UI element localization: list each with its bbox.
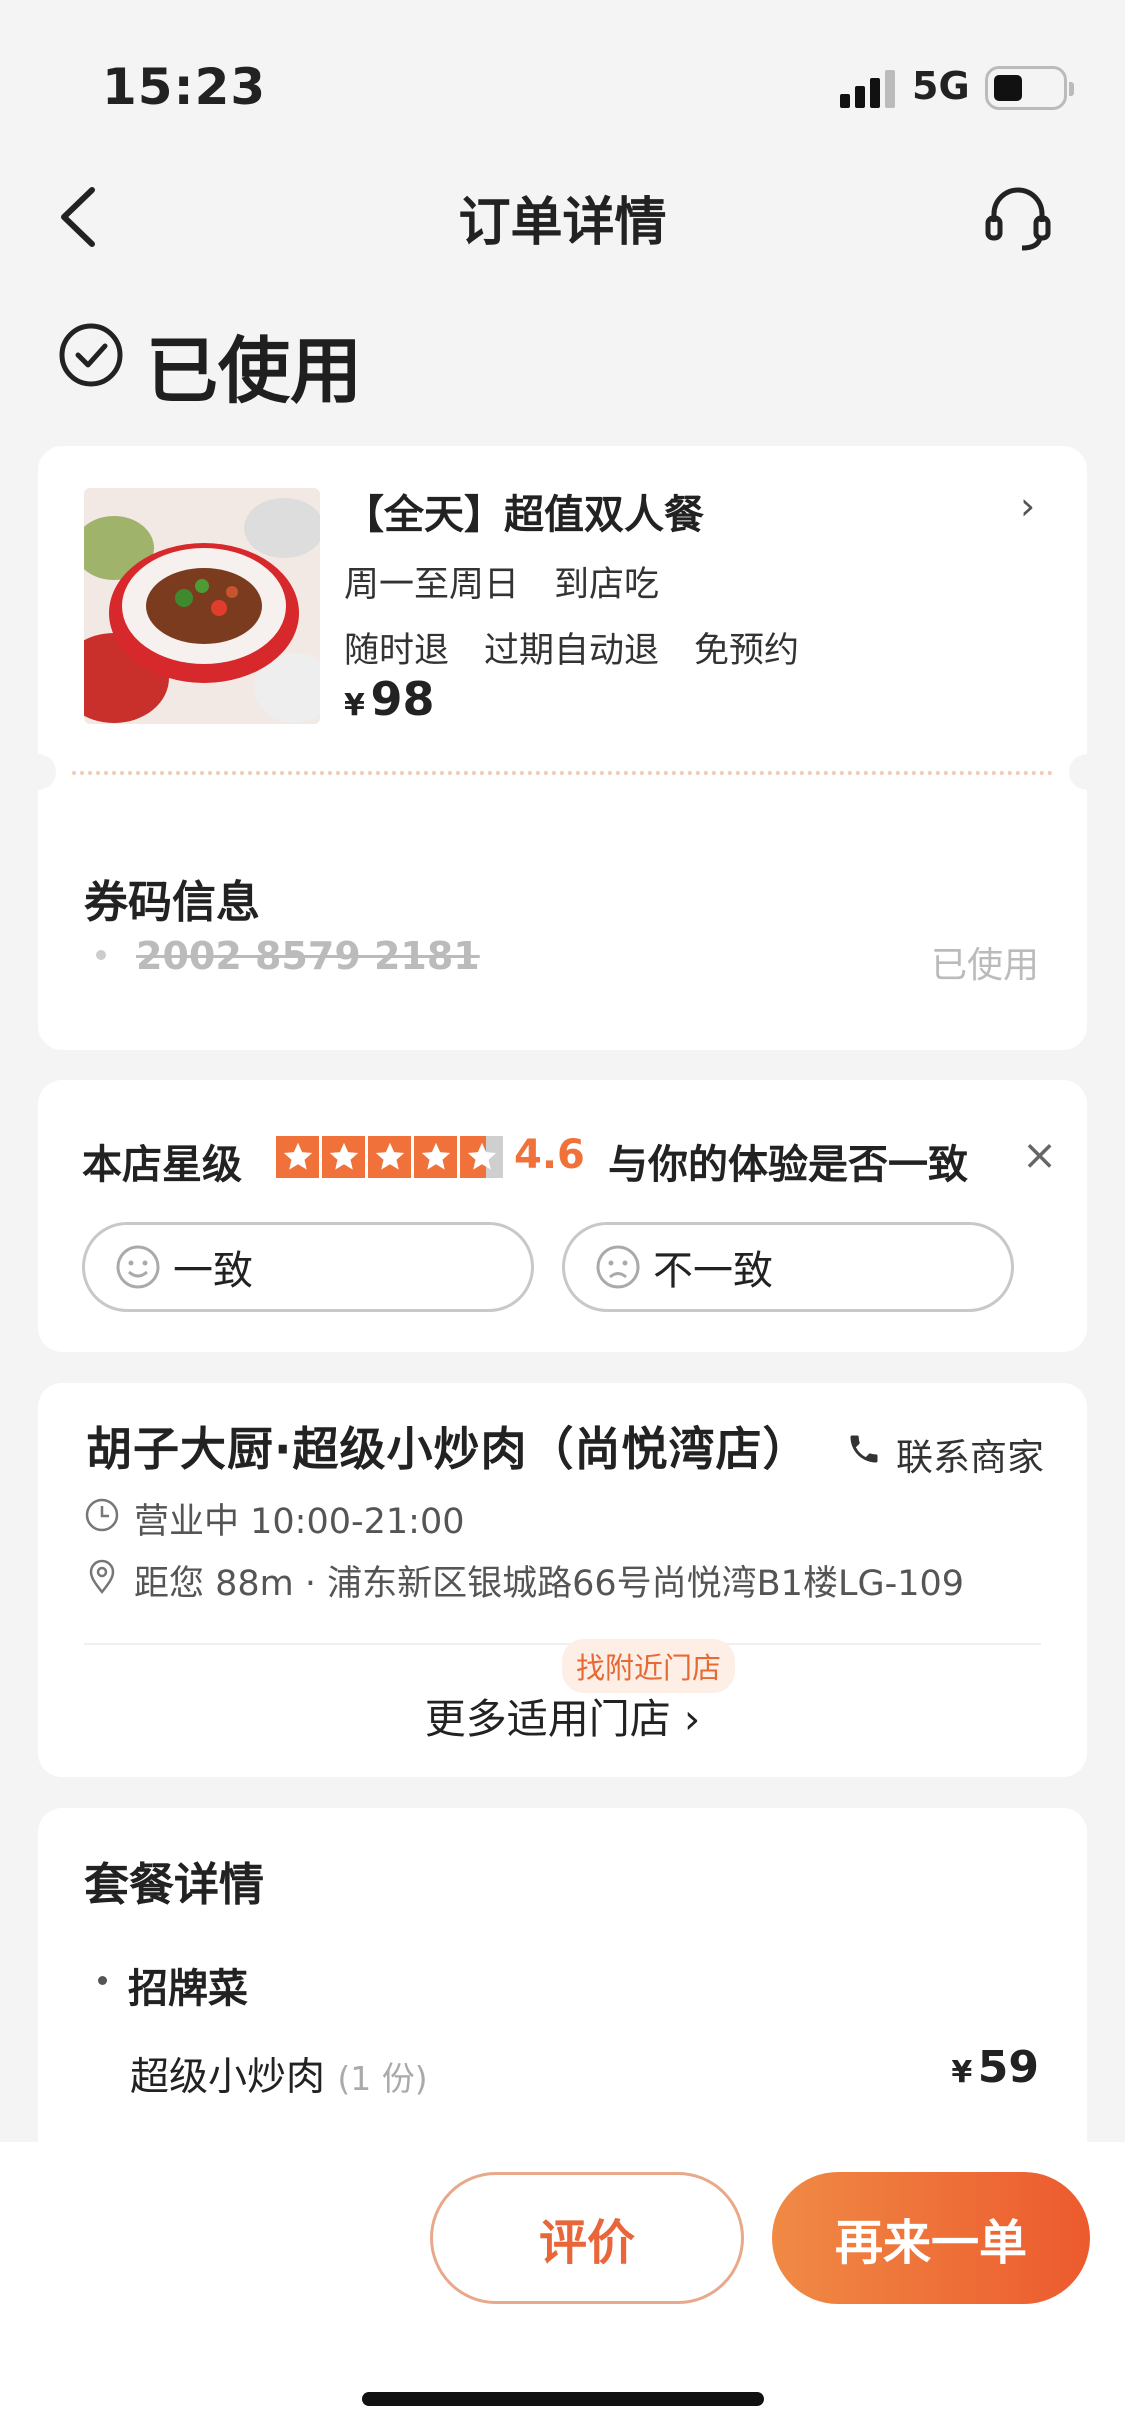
dotted-divider: [72, 771, 1053, 775]
agree-button[interactable]: 一致: [82, 1222, 534, 1312]
disagree-button[interactable]: 不一致: [562, 1222, 1014, 1312]
rating-score: 4.6: [514, 1132, 585, 1178]
agree-label: 一致: [173, 1248, 253, 1294]
deal-policy: 随时退 过期自动退 免预约: [344, 631, 800, 671]
location-pin-icon: [89, 1559, 115, 1595]
deal-price: ¥ 98: [344, 672, 434, 726]
phone-icon[interactable]: [846, 1431, 882, 1467]
contact-merchant-link[interactable]: 联系商家: [896, 1427, 1044, 1481]
reorder-button[interactable]: 再来一单: [772, 2172, 1090, 2304]
shop-card: 胡子大厨·超级小炒肉（尚悦湾店） 联系商家 营业中 10:00-21:00 距您…: [38, 1383, 1087, 1777]
currency-symbol: ¥: [951, 2055, 973, 2090]
smile-icon: [116, 1245, 160, 1289]
business-hours: 营业中 10:00-21:00: [134, 1502, 465, 1542]
package-category: 招牌菜: [128, 1966, 248, 2012]
more-stores-link[interactable]: 更多适用门店 ›: [38, 1685, 1087, 1745]
ticket-notch-left: [20, 754, 56, 790]
signal-icon: [840, 70, 898, 108]
status-time: 15:23: [102, 58, 267, 116]
battery-icon: [985, 66, 1074, 110]
headset-icon: [985, 187, 1051, 251]
item-quantity: (1 份): [337, 2059, 428, 2098]
bullet: [98, 1976, 107, 1985]
deal-card: 【全天】超值双人餐 › 周一至周日 到店吃 随时退 过期自动退 免预约 ¥ 98…: [20, 446, 1105, 1050]
price-value: 98: [370, 672, 435, 726]
page-title: 订单详情: [458, 193, 667, 253]
star-icon: [322, 1136, 365, 1178]
deal-availability: 周一至周日 到店吃: [344, 565, 660, 605]
bullet: [96, 950, 106, 960]
package-section-title: 套餐详情: [84, 1858, 265, 1911]
rating-label: 本店星级: [82, 1142, 242, 1188]
clock-icon: [85, 1498, 119, 1532]
star-rating: [276, 1136, 503, 1178]
coupon-code: 2002 8579 2181: [136, 934, 480, 978]
order-status: 已使用: [146, 329, 363, 413]
shop-address[interactable]: 距您 88m · 浦东新区银城路66号尚悦湾B1楼LG-109: [134, 1555, 964, 1606]
check-circle-icon: [58, 322, 124, 388]
item-name: 超级小炒肉: [130, 2055, 326, 2100]
star-icon: [414, 1136, 457, 1178]
deal-title[interactable]: 【全天】超值双人餐: [344, 482, 704, 540]
ticket-notch-right: [1069, 754, 1105, 790]
customer-service-button[interactable]: [982, 182, 1054, 254]
deal-image: [84, 488, 320, 724]
star-icon: [368, 1136, 411, 1178]
disagree-label: 不一致: [653, 1248, 773, 1294]
currency-symbol: ¥: [344, 688, 365, 723]
star-half-icon: [460, 1136, 503, 1178]
close-icon[interactable]: ×: [1022, 1130, 1057, 1179]
item-price: ¥ 59: [951, 2042, 1039, 2093]
coupon-status: 已使用: [930, 945, 1039, 986]
rating-card: 本店星级 4.6 与你的体验是否一致 × 一致 不一致: [38, 1080, 1087, 1352]
network-type: 5G: [912, 64, 970, 108]
review-button[interactable]: 评价: [430, 2172, 744, 2304]
chevron-right-icon[interactable]: ›: [1020, 484, 1035, 528]
coupon-section-title: 券码信息: [84, 877, 260, 928]
star-icon: [276, 1136, 319, 1178]
price-value: 59: [977, 2042, 1039, 2093]
sad-icon: [596, 1245, 640, 1289]
home-indicator: [362, 2392, 764, 2406]
divider: [84, 1643, 1041, 1645]
rating-question: 与你的体验是否一致: [608, 1142, 968, 1188]
shop-name[interactable]: 胡子大厨·超级小炒肉（尚悦湾店）: [86, 1413, 809, 1479]
package-item: 超级小炒肉 (1 份): [130, 2046, 428, 2102]
